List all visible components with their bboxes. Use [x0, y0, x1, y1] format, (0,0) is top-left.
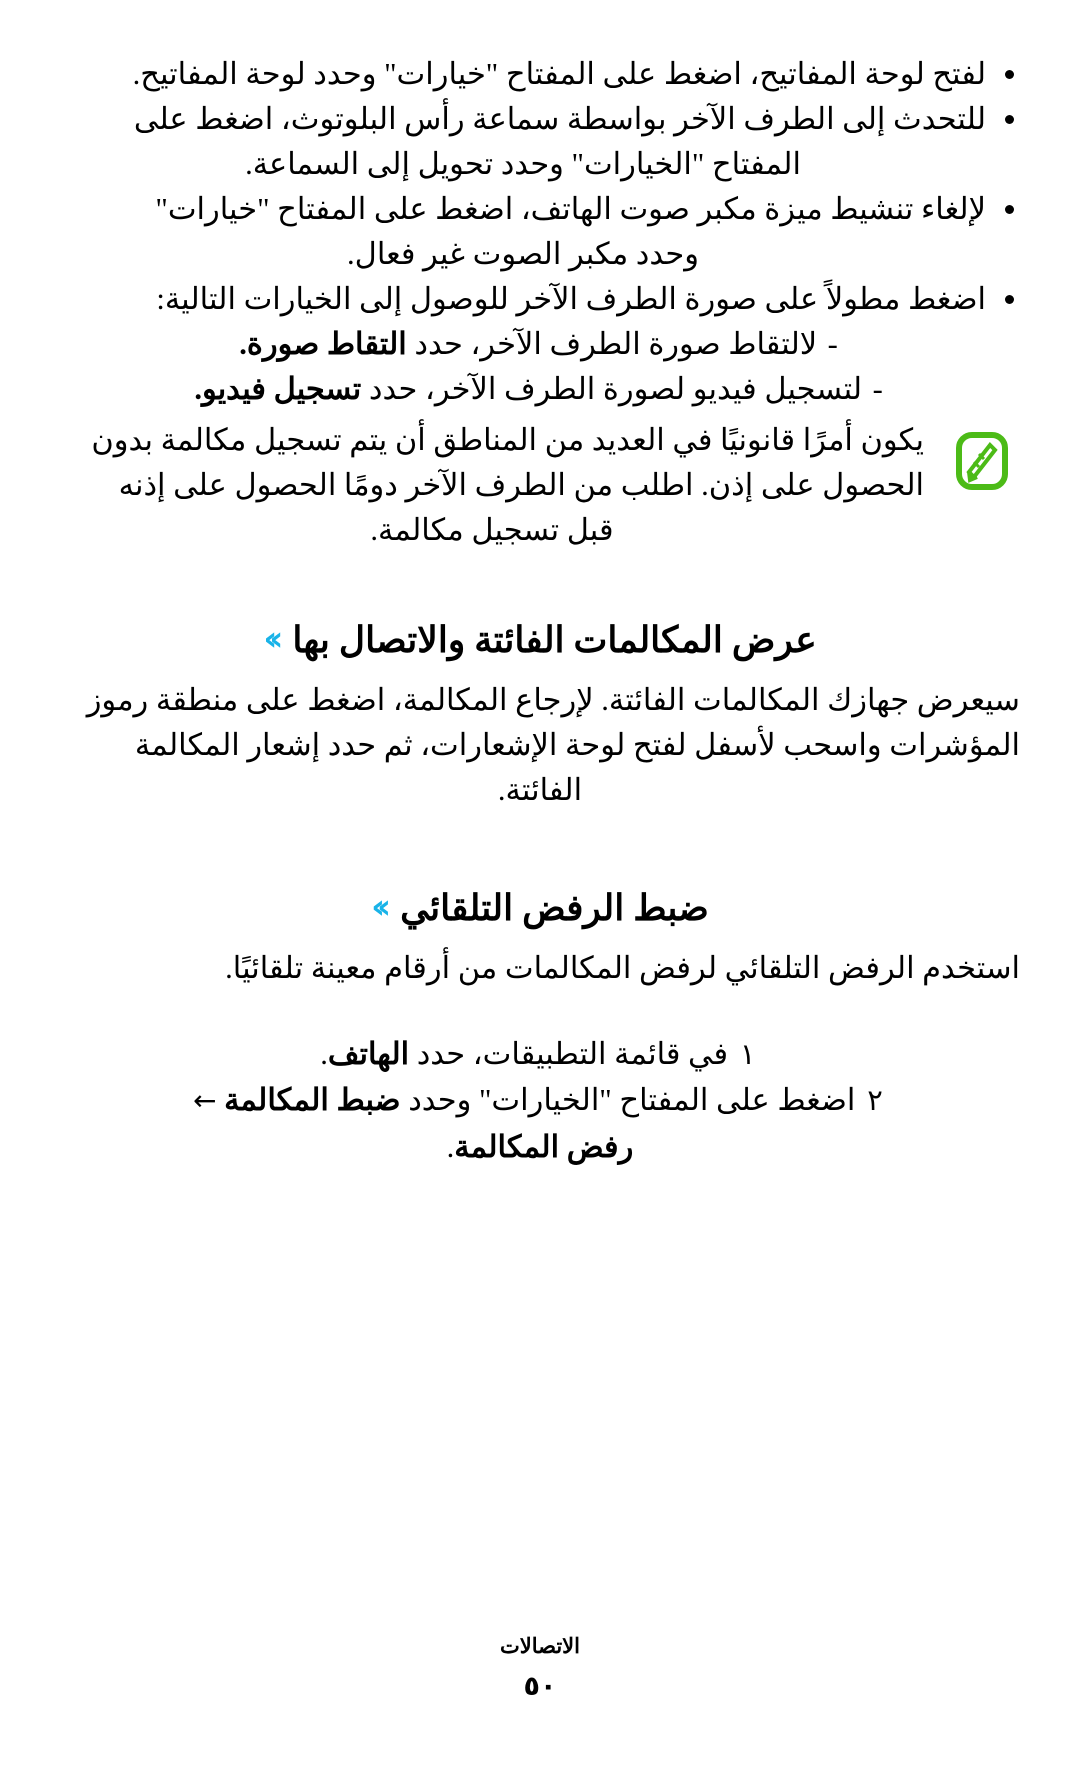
step-continuation: رفض المكالمة. — [60, 1124, 1020, 1170]
section-paragraph-auto-reject: استخدم الرفض التلقائي لرفض المكالمات من … — [60, 946, 1020, 991]
section-paragraph-missed-calls: سيعرض جهازك المكالمات الفائتة. لإرجاع ال… — [60, 678, 1020, 813]
options-bullet-list: لفتح لوحة المفاتيح، اضغط على المفتاح "خي… — [60, 52, 1020, 322]
paragraph-line: سيعرض جهازك المكالمات الفائتة. لإرجاع ال… — [155, 683, 1020, 717]
bullet-dot-icon — [1005, 115, 1014, 124]
paragraph-line: استخدم الرفض التلقائي لرفض المكالمات من … — [225, 951, 1020, 985]
numbered-steps-list: ١ في قائمة التطبيقات، حدد الهاتف. ٢ اضغط… — [60, 1031, 1020, 1170]
page-footer: الاتصالات ٥٠ — [0, 1633, 1080, 1703]
list-item: لإلغاء تنشيط ميزة مكبر صوت الهاتف، اضغط … — [60, 187, 1020, 277]
chevron-double-icon: ›› — [371, 887, 391, 927]
list-item: للتحدث إلى الطرف الآخر بواسطة سماعة رأس … — [60, 97, 1020, 187]
manual-page: لفتح لوحة المفاتيح، اضغط على المفتاح "خي… — [0, 0, 1080, 1771]
list-item: اضغط مطولاً على صورة الطرف الآخر للوصول … — [60, 277, 1020, 322]
list-item: ١ في قائمة التطبيقات، حدد الهاتف. — [60, 1031, 1020, 1077]
bullet-text: لفتح لوحة المفاتيح، اضغط على المفتاح "خي… — [132, 57, 986, 91]
list-item: ٢ اضغط على المفتاح "الخيارات" وحدد ضبط ا… — [60, 1077, 1020, 1170]
step-bold-term: ضبط المكالمة — [224, 1083, 401, 1117]
note-text: يكون أمرًا قانونيًا في العديد من المناطق… — [91, 423, 924, 457]
list-item: - لالتقاط صورة الطرف الآخر، حدد التقاط ص… — [60, 322, 1020, 367]
section-heading-missed-calls: عرض المكالمات الفائتة والاتصال بها ›› — [60, 615, 1020, 664]
footer-chapter-title: الاتصالات — [499, 1634, 580, 1658]
step-bold-term: الهاتف — [327, 1037, 410, 1071]
sub-item-bold: تسجيل فيديو. — [194, 372, 362, 406]
note-callout: يكون أمرًا قانونيًا في العديد من المناطق… — [60, 418, 1020, 553]
bullet-dot-icon — [1005, 295, 1014, 304]
list-item: - لتسجيل فيديو لصورة الطرف الآخر، حدد تس… — [60, 367, 1020, 412]
bullet-text: لإلغاء تنشيط ميزة مكبر صوت الهاتف، اضغط … — [155, 192, 986, 226]
paragraph-line: الفائتة. — [497, 773, 583, 807]
dash-marker-icon: - — [827, 327, 838, 361]
bullet-text: للتحدث إلى الطرف الآخر بواسطة سماعة رأس … — [133, 102, 986, 136]
step-bold-term-continued: رفض المكالمة — [454, 1130, 634, 1164]
section-heading-label: عرض المكالمات الفائتة والاتصال بها — [292, 620, 817, 660]
bullet-text-continued: وحدد مكبر الصوت غير فعال. — [347, 237, 699, 271]
chevron-double-icon: ›› — [263, 619, 283, 659]
list-item: لفتح لوحة المفاتيح، اضغط على المفتاح "خي… — [60, 52, 1020, 97]
step-text: اضغط على المفتاح "الخيارات" وحدد — [408, 1083, 856, 1117]
page-content: لفتح لوحة المفاتيح، اضغط على المفتاح "خي… — [60, 52, 1020, 1170]
note-text-last: قبل تسجيل مكالمة. — [370, 513, 614, 547]
section-heading-label: ضبط الرفض التلقائي — [400, 888, 709, 928]
bullet-dot-icon — [1005, 205, 1014, 214]
dash-marker-icon: - — [872, 372, 883, 406]
note-pencil-icon — [956, 432, 1008, 490]
note-text-continued: الحصول على إذن. اطلب من الطرف الآخر دومً… — [118, 468, 924, 502]
bullet-text-continued: المفتاح "الخيارات" وحدد تحويل إلى السماع… — [245, 147, 801, 181]
step-text: في قائمة التطبيقات، حدد — [416, 1037, 729, 1071]
sub-item-bold: التقاط صورة. — [239, 327, 407, 361]
sub-options-list: - لالتقاط صورة الطرف الآخر، حدد التقاط ص… — [60, 322, 1020, 412]
bullet-dot-icon — [1005, 70, 1014, 79]
arrow-icon: ← — [192, 1084, 217, 1117]
section-heading-auto-reject: ضبط الرفض التلقائي ›› — [60, 883, 1020, 932]
step-number: ٢ — [867, 1083, 883, 1117]
footer-page-number: ٥٠ — [523, 1671, 557, 1702]
sub-item-text: لالتقاط صورة الطرف الآخر، حدد — [414, 327, 818, 361]
bullet-text: اضغط مطولاً على صورة الطرف الآخر للوصول … — [156, 282, 986, 316]
sub-item-text: لتسجيل فيديو لصورة الطرف الآخر، حدد — [368, 372, 863, 406]
step-suffix: . — [320, 1037, 328, 1071]
step-number: ١ — [739, 1037, 756, 1071]
